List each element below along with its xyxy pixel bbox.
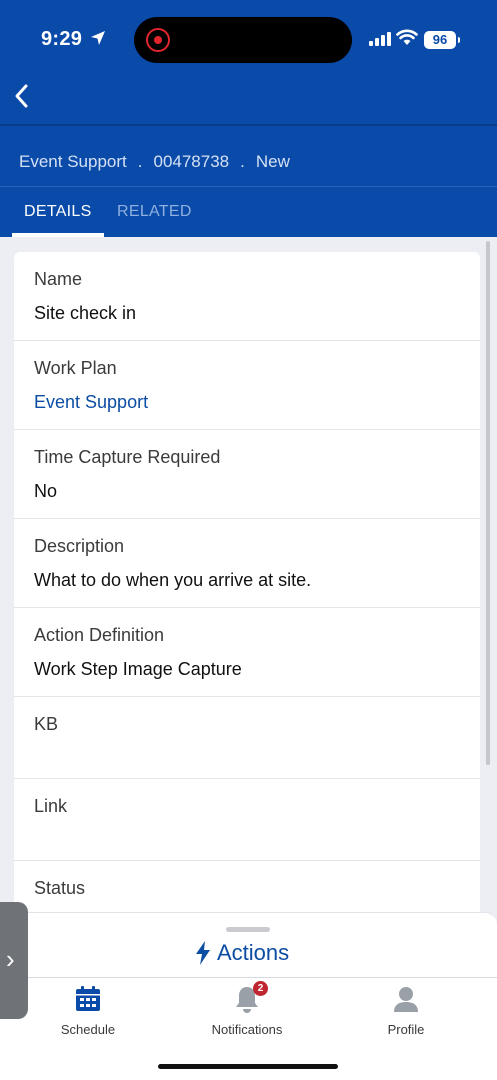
tab-details[interactable]: DETAILS — [24, 203, 92, 221]
field-label: Description — [34, 536, 125, 556]
clock: 9:29 — [41, 28, 83, 50]
actions-button[interactable]: Actions — [195, 939, 289, 967]
wifi-icon — [396, 29, 418, 45]
breadcrumb-status: New — [255, 152, 290, 171]
details-content[interactable]: Name Site check in Work Plan Event Suppo… — [0, 237, 497, 917]
field-kb: KB — [14, 697, 480, 779]
breadcrumb-work-plan: Event Support — [19, 152, 127, 171]
tab-label: Profile — [387, 1022, 425, 1037]
field-action-definition: Action Definition Work Step Image Captur… — [14, 608, 480, 697]
field-label: Action Definition — [34, 625, 165, 645]
field-link: Link — [14, 779, 480, 861]
app-screen: 9:29 96 Event Support . 00478738 . New D… — [0, 0, 497, 1080]
side-drawer-handle[interactable]: › — [0, 902, 28, 1019]
dynamic-island — [134, 17, 352, 63]
status-bar: 9:29 96 — [0, 0, 497, 80]
header-divider — [0, 124, 497, 126]
tab-schedule[interactable]: Schedule — [28, 984, 148, 1037]
battery-indicator: 96 — [424, 31, 460, 49]
field-label: Status — [34, 878, 86, 898]
calendar-icon — [76, 986, 100, 1011]
back-button[interactable] — [6, 78, 42, 114]
field-value: Work Step Image Capture — [34, 659, 242, 679]
chevron-left-icon — [15, 84, 28, 108]
sheet-grabber[interactable] — [226, 927, 270, 932]
actions-sheet: Actions — [0, 912, 497, 978]
field-status: Status — [14, 861, 480, 917]
location-arrow-icon — [91, 31, 105, 45]
notification-badge: 2 — [253, 981, 268, 996]
tab-related[interactable]: RELATED — [117, 203, 192, 221]
breadcrumb: Event Support. 00478738. New — [19, 152, 290, 172]
work-plan-link[interactable]: Event Support — [34, 392, 148, 413]
tab-label: Notifications — [211, 1022, 283, 1037]
tabs-divider — [0, 186, 497, 187]
home-indicator — [158, 1064, 338, 1069]
field-label: KB — [34, 714, 59, 734]
breadcrumb-separator: . — [240, 152, 245, 171]
header: 9:29 96 Event Support . 00478738 . New D… — [0, 0, 497, 237]
notifications-icon-wrap: 2 — [232, 981, 268, 1014]
cellular-signal-icon — [369, 32, 391, 46]
field-label: Link — [34, 796, 68, 816]
tab-label: Schedule — [60, 1022, 116, 1037]
lightning-bolt-icon — [196, 941, 210, 965]
person-icon — [394, 987, 418, 1012]
field-value: No — [34, 481, 58, 501]
field-label: Name — [34, 269, 83, 289]
field-label: Work Plan — [34, 358, 117, 378]
chevron-right-icon: › — [6, 944, 15, 974]
scrollbar[interactable] — [486, 241, 490, 765]
tab-notifications[interactable]: 2 Notifications — [187, 981, 307, 1037]
screen-recording-icon — [146, 28, 170, 52]
field-description: Description What to do when you arrive a… — [14, 519, 480, 608]
field-name: Name Site check in — [14, 252, 480, 341]
field-work-plan: Work Plan Event Support — [14, 341, 480, 430]
breadcrumb-record-number: 00478738 — [153, 152, 230, 171]
breadcrumb-separator: . — [137, 152, 143, 171]
field-label: Time Capture Required — [34, 447, 221, 467]
field-value: What to do when you arrive at site. — [34, 570, 312, 590]
field-value: Site check in — [34, 303, 137, 323]
details-card: Name Site check in Work Plan Event Suppo… — [14, 252, 480, 917]
actions-label: Actions — [217, 940, 290, 965]
field-time-capture-required: Time Capture Required No — [14, 430, 480, 519]
tab-profile[interactable]: Profile — [346, 984, 466, 1037]
